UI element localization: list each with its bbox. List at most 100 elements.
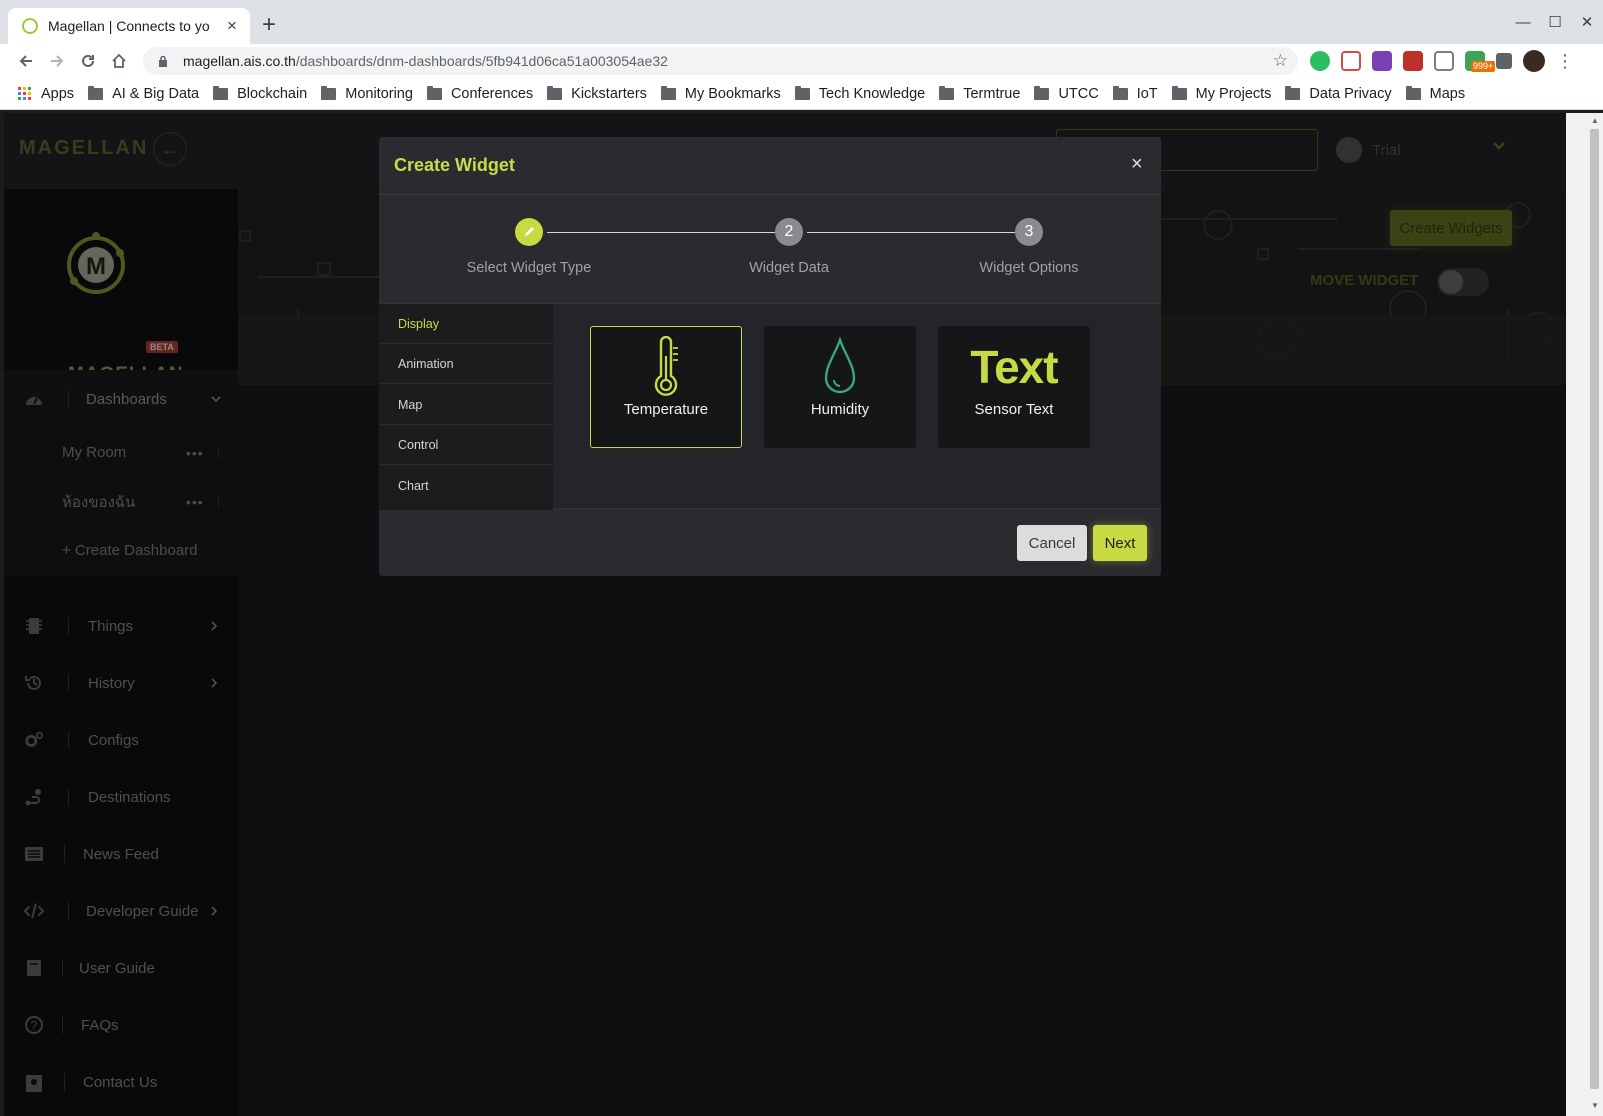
bookmark-folder[interactable]: AI & Big Data bbox=[88, 85, 200, 102]
bookmark-folder[interactable]: Maps bbox=[1405, 85, 1466, 102]
folder-icon bbox=[88, 85, 104, 100]
maximize-icon[interactable]: ☐ bbox=[1539, 0, 1571, 44]
folder-icon bbox=[1285, 85, 1301, 100]
bookmark-label: Conferences bbox=[450, 85, 534, 102]
bookmark-label: Data Privacy bbox=[1309, 85, 1392, 102]
widget-type-picker: Display Animation Map Control Chart Temp… bbox=[379, 303, 1161, 510]
folder-icon bbox=[426, 85, 442, 100]
step-2-label: Widget Data bbox=[749, 260, 829, 276]
widget-option-label: Temperature bbox=[623, 401, 709, 418]
step-1-indicator bbox=[515, 218, 543, 246]
create-widget-modal: Create Widget × Select Widget Type 2 Wid… bbox=[379, 137, 1161, 576]
profile-avatar[interactable] bbox=[1523, 50, 1545, 72]
url-host: magellan.ais.co.th bbox=[183, 53, 296, 69]
scroll-down-arrow-icon[interactable]: ▼ bbox=[1591, 1101, 1599, 1110]
modal-title: Create Widget bbox=[394, 155, 515, 175]
bookmarks-bar: Apps AI & Big Data Blockchain Monitoring… bbox=[0, 78, 1603, 110]
scrollbar-thumb[interactable] bbox=[1590, 129, 1599, 1089]
widget-option-humidity[interactable]: Humidity bbox=[764, 326, 916, 448]
bookmark-folder[interactable]: Kickstarters bbox=[547, 85, 647, 102]
step-connector bbox=[807, 232, 1015, 233]
bookmark-folder[interactable]: UTCC bbox=[1034, 85, 1099, 102]
bookmark-label: Kickstarters bbox=[571, 85, 647, 102]
forward-arrow-icon[interactable] bbox=[45, 49, 69, 73]
url-text: magellan.ais.co.th/dashboards/dnm-dashbo… bbox=[183, 53, 668, 69]
category-display[interactable]: Display bbox=[379, 304, 553, 344]
url-path: /dashboards/dnm-dashboards/5fb941d06ca51… bbox=[295, 53, 668, 69]
bookmark-folder[interactable]: Tech Knowledge bbox=[794, 85, 926, 102]
modal-footer: Cancel Next bbox=[379, 509, 1161, 576]
bookmark-star-icon[interactable]: ☆ bbox=[1273, 52, 1288, 70]
droplet-icon bbox=[765, 335, 915, 399]
bookmark-folder[interactable]: Data Privacy bbox=[1285, 85, 1392, 102]
scroll-up-arrow-icon[interactable]: ▲ bbox=[1591, 116, 1599, 125]
bookmark-apps[interactable]: Apps bbox=[18, 86, 74, 102]
tab-title: Magellan | Connects to yo bbox=[48, 18, 210, 34]
bookmark-label: Tech Knowledge bbox=[818, 85, 926, 102]
folder-icon bbox=[1112, 85, 1128, 100]
category-animation[interactable]: Animation bbox=[379, 344, 553, 384]
widget-category-list: Display Animation Map Control Chart bbox=[379, 304, 553, 510]
minimize-icon[interactable]: — bbox=[1507, 0, 1539, 44]
widget-option-sensor-text[interactable]: Text Sensor Text bbox=[938, 326, 1090, 448]
bookmark-label: My Projects bbox=[1195, 85, 1272, 102]
modal-header: Create Widget × bbox=[379, 137, 1161, 195]
puzzle-extensions-icon[interactable] bbox=[1496, 53, 1512, 69]
red-extension-icon[interactable] bbox=[1403, 51, 1423, 71]
onenote-extension-icon[interactable] bbox=[1372, 51, 1392, 71]
category-control[interactable]: Control bbox=[379, 425, 553, 465]
category-map[interactable]: Map bbox=[379, 385, 553, 425]
evernote-extension-icon[interactable] bbox=[1310, 51, 1330, 71]
tab-close-icon[interactable]: × bbox=[224, 17, 240, 34]
back-arrow-icon[interactable] bbox=[14, 49, 38, 73]
browser-menu-icon[interactable]: ⋮ bbox=[1556, 52, 1574, 70]
close-window-icon[interactable]: ✕ bbox=[1571, 0, 1603, 44]
reload-icon[interactable] bbox=[76, 49, 100, 73]
next-button[interactable]: Next bbox=[1093, 525, 1147, 561]
text-icon: Text bbox=[939, 335, 1089, 399]
extension-badge: 999+ bbox=[1471, 61, 1496, 72]
bookmark-label: AI & Big Data bbox=[112, 85, 200, 102]
bookmark-label: Apps bbox=[41, 85, 75, 102]
badge-extension-icon[interactable]: 999+ bbox=[1465, 51, 1496, 72]
address-bar[interactable]: magellan.ais.co.th/dashboards/dnm-dashbo… bbox=[143, 47, 1298, 75]
medical-extension-icon[interactable] bbox=[1341, 51, 1361, 71]
bookmark-folder[interactable]: IoT bbox=[1112, 85, 1158, 102]
folder-icon bbox=[1405, 85, 1421, 100]
cancel-button[interactable]: Cancel bbox=[1017, 525, 1087, 561]
bookmark-label: My Bookmarks bbox=[684, 85, 781, 102]
folder-icon bbox=[660, 85, 676, 100]
step-1-label: Select Widget Type bbox=[466, 260, 592, 276]
folder-icon bbox=[213, 85, 229, 100]
wizard-stepper: Select Widget Type 2 Widget Data 3 Widge… bbox=[379, 195, 1161, 303]
browser-titlebar: Magellan | Connects to yo × + — ☐ ✕ bbox=[0, 0, 1603, 44]
widget-option-label: Humidity bbox=[810, 401, 870, 418]
folder-icon bbox=[1034, 85, 1050, 100]
step-connector bbox=[547, 232, 775, 233]
new-tab-icon[interactable]: + bbox=[262, 13, 276, 37]
bookmark-label: Blockchain bbox=[237, 85, 308, 102]
folder-icon bbox=[547, 85, 563, 100]
page-scrollbar[interactable]: ▲ ▼ bbox=[1566, 113, 1603, 1116]
widget-option-temperature[interactable]: Temperature bbox=[590, 326, 742, 448]
home-icon[interactable] bbox=[107, 49, 131, 73]
bookmark-folder[interactable]: Blockchain bbox=[213, 85, 308, 102]
window-controls: — ☐ ✕ bbox=[1507, 0, 1603, 44]
magellan-app: MAGELLAN ← Trial M BETA MAGELLAN Dashboa bbox=[4, 113, 1570, 1116]
bookmark-folder[interactable]: Termtrue bbox=[939, 85, 1020, 102]
screenshot-extension-icon[interactable] bbox=[1434, 51, 1454, 71]
category-chart[interactable]: Chart bbox=[379, 466, 553, 506]
bookmark-label: Maps bbox=[1429, 85, 1466, 102]
bookmark-label: IoT bbox=[1136, 85, 1158, 102]
bookmark-folder[interactable]: My Bookmarks bbox=[660, 85, 781, 102]
browser-tab[interactable]: Magellan | Connects to yo × bbox=[8, 8, 250, 44]
bookmark-folder[interactable]: My Projects bbox=[1171, 85, 1272, 102]
close-icon[interactable]: × bbox=[1131, 154, 1143, 174]
folder-icon bbox=[321, 85, 337, 100]
step-3-label: Widget Options bbox=[979, 260, 1079, 276]
bookmark-folder[interactable]: Monitoring bbox=[321, 85, 413, 102]
bookmark-label: Monitoring bbox=[345, 85, 413, 102]
browser-toolbar: magellan.ais.co.th/dashboards/dnm-dashbo… bbox=[0, 44, 1603, 78]
bookmark-folder[interactable]: Conferences bbox=[426, 85, 534, 102]
lock-icon bbox=[159, 55, 167, 67]
